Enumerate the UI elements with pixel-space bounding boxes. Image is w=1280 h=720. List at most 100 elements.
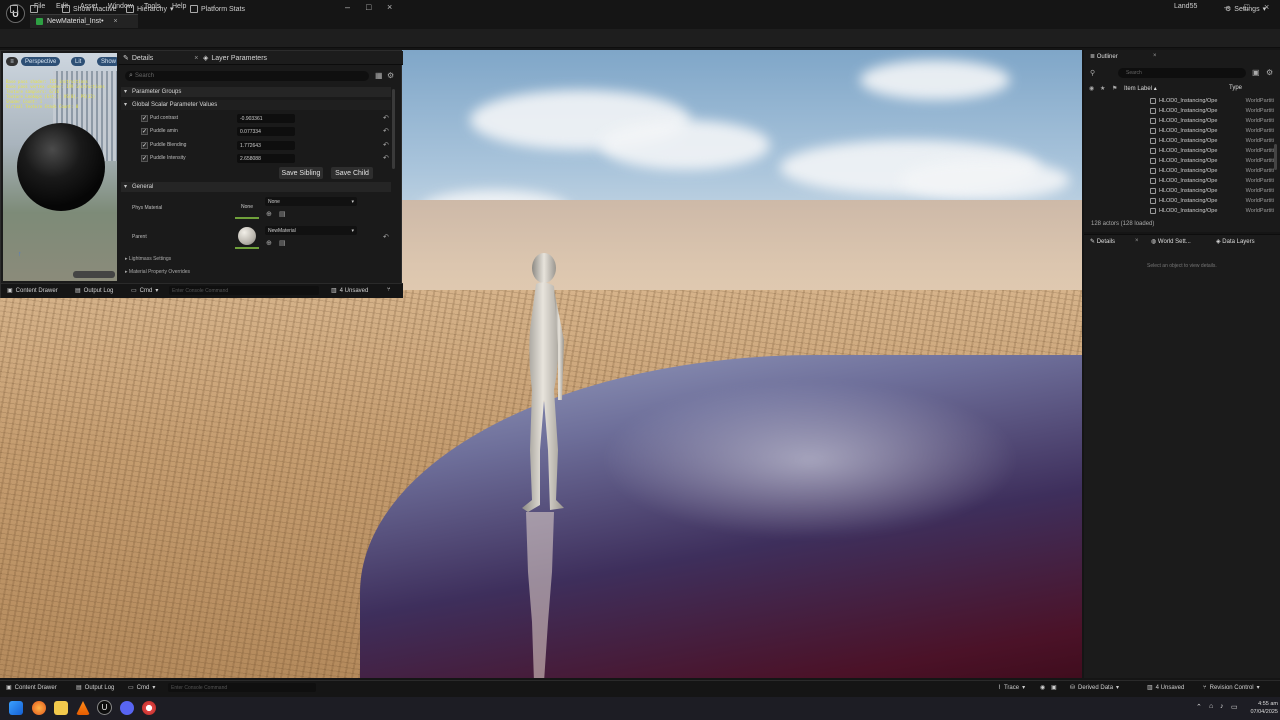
add-folder-icon[interactable]: ▣ [1252, 68, 1260, 77]
outliner-row[interactable]: HLOD0_Instancing/Ope WorldPartiti [1150, 196, 1278, 206]
snapshot-icon[interactable]: ▣ [1051, 684, 1057, 691]
outliner-close-icon[interactable]: × [1153, 53, 1157, 59]
tab-world-settings[interactable]: ◍ World Sett... [1151, 238, 1191, 245]
obs-icon[interactable] [142, 701, 156, 715]
derived-data-button[interactable]: ⛁ Derived Data ▾ [1070, 684, 1119, 692]
viewport-menu-icon[interactable]: ≡ [6, 57, 18, 66]
asset-tab[interactable]: NewMaterial_Inst• × [30, 14, 138, 28]
record-icon[interactable]: ◉ [1040, 684, 1045, 691]
tab-layer-parameters[interactable]: ◈ Layer Parameters [203, 54, 267, 63]
settings-button[interactable]: ⚙ Settings ▾ [1225, 5, 1266, 14]
details-tab-close-icon[interactable]: × [194, 55, 198, 62]
content-drawer-button[interactable]: ▣ Content Drawer [7, 287, 58, 295]
use-selected-icon[interactable]: ⊕ [266, 210, 272, 218]
details-search-input[interactable]: Search [125, 71, 369, 81]
unsaved-button[interactable]: ▥ 4 Unsaved [331, 287, 368, 295]
outliner-row[interactable]: HLOD0_Instancing/Ope WorldPartiti [1150, 116, 1278, 126]
visibility-icon[interactable]: ◉ [1089, 85, 1094, 92]
section-general[interactable]: General [121, 182, 391, 192]
param-enable-checkbox[interactable]: ✓ [141, 155, 148, 162]
phys-material-thumbnail[interactable]: None [235, 197, 259, 219]
show-inactive-button[interactable]: Show Inactive [62, 5, 117, 13]
browse-asset-icon[interactable]: ▤ [279, 239, 286, 247]
save-child-button[interactable]: Save Child [331, 167, 373, 179]
outliner-row[interactable]: HLOD0_Instancing/Ope WorldPartiti [1150, 186, 1278, 196]
outliner-row[interactable]: HLOD0_Instancing/Ope WorldPartiti [1150, 136, 1278, 146]
asset-tab-close-icon[interactable]: × [114, 18, 118, 25]
outliner-row[interactable]: HLOD0_Instancing/Ope WorldPartiti [1150, 206, 1278, 216]
console-input[interactable]: Enter Console Command [169, 286, 319, 295]
discord-icon[interactable] [120, 701, 134, 715]
outliner-settings-icon[interactable]: ⚙ [1266, 68, 1273, 77]
tab-data-layers[interactable]: ◈ Data Layers [1216, 238, 1255, 245]
start-icon[interactable] [9, 701, 23, 715]
save-sibling-button[interactable]: Save Sibling [279, 167, 323, 179]
param-value-input[interactable]: 1.772643 [237, 141, 295, 150]
volume-icon[interactable]: ♪ [1220, 703, 1224, 710]
file-explorer-icon[interactable] [54, 701, 68, 715]
browse-asset-icon[interactable]: ▤ [279, 210, 286, 218]
output-log-button[interactable]: ▤ Output Log [76, 684, 114, 692]
tab-details[interactable]: ✎ Details × [123, 54, 198, 63]
pin-icon[interactable]: ⚑ [1112, 85, 1117, 92]
unreal-taskbar-icon[interactable]: U [97, 700, 112, 715]
use-selected-icon[interactable]: ⊕ [266, 239, 272, 247]
platform-stats-button[interactable]: Platform Stats [190, 5, 245, 13]
reset-icon[interactable]: ↶ [383, 233, 389, 241]
menu-help[interactable]: Help [172, 3, 186, 10]
console-input[interactable]: Enter Console Command [168, 683, 316, 692]
param-value-input[interactable]: 0.077334 [237, 127, 295, 136]
reset-icon[interactable]: ↶ [383, 141, 389, 149]
outliner-row[interactable]: HLOD0_Instancing/Ope WorldPartiti [1150, 146, 1278, 156]
details-close-icon[interactable]: × [1135, 238, 1139, 244]
material-preview[interactable]: Base pass shader: 153 instructions Base … [3, 53, 117, 281]
param-enable-checkbox[interactable]: ✓ [141, 142, 148, 149]
details-scrollbar[interactable] [392, 89, 395, 169]
param-value-input[interactable]: 2.658088 [237, 154, 295, 163]
parent-dropdown[interactable]: NewMaterial ▾ [265, 226, 357, 235]
param-enable-checkbox[interactable]: ✓ [141, 115, 148, 122]
outliner-row[interactable]: HLOD0_Instancing/Ope WorldPartiti [1150, 96, 1278, 106]
section-parameter-groups[interactable]: Parameter Groups [121, 87, 391, 97]
battery-icon[interactable]: ▭ [1231, 703, 1238, 711]
column-item-label[interactable]: Item Label ▴ [1124, 85, 1157, 92]
outliner-tab[interactable]: ≣ Outliner [1090, 53, 1118, 60]
tray-chevron-icon[interactable]: ⌃ [1196, 703, 1202, 711]
clock[interactable]: 4:55 am 07/04/2025 [1242, 700, 1278, 716]
unsaved-button[interactable]: ▥ 4 Unsaved [1147, 684, 1184, 692]
hierarchy-button[interactable]: Hierarchy ▾ [126, 5, 173, 13]
browse-icon[interactable] [30, 5, 38, 13]
outliner-row[interactable]: HLOD0_Instancing/Ope WorldPartiti [1150, 126, 1278, 136]
cmd-dropdown[interactable]: ▭ Cmd ▾ [131, 287, 158, 295]
section-global-scalar[interactable]: Global Scalar Parameter Values [121, 100, 391, 110]
details-settings-icon[interactable]: ⚙ [387, 71, 394, 80]
outliner-row[interactable]: HLOD0_Instancing/Ope WorldPartiti [1150, 106, 1278, 116]
reset-icon[interactable]: ↶ [383, 127, 389, 135]
firefox-icon[interactable] [32, 701, 46, 715]
cmd-dropdown[interactable]: ▭ Cmd ▾ [128, 684, 155, 692]
perspective-button[interactable]: Perspective [21, 57, 61, 66]
float-close-button[interactable]: × [387, 2, 392, 12]
trace-dropdown[interactable]: ⌇ Trace ▾ [998, 684, 1025, 692]
filter-icon[interactable]: ⚲ [1090, 69, 1095, 77]
content-drawer-button[interactable]: ▣ Content Drawer [6, 684, 57, 692]
reset-icon[interactable]: ↶ [383, 114, 389, 122]
section-lightmass[interactable]: ▸ Lightmass Settings [125, 256, 171, 262]
phys-material-dropdown[interactable]: None ▾ [265, 197, 357, 206]
save-icon[interactable] [10, 5, 18, 13]
revision-control-button[interactable]: ⑂ Revision Control ▾ [1203, 684, 1260, 692]
preview-shape-buttons[interactable] [73, 271, 115, 278]
lit-button[interactable]: Lit [71, 57, 86, 66]
section-overrides[interactable]: ▸ Material Property Overrides [125, 269, 190, 275]
outliner-row[interactable]: HLOD0_Instancing/Ope WorldPartiti [1150, 156, 1278, 166]
revision-control-icon[interactable]: ⑂ [387, 287, 391, 293]
tab-details-right[interactable]: ✎ Details [1090, 238, 1115, 245]
outliner-scrollbar[interactable] [1274, 144, 1277, 170]
param-value-input[interactable]: -0.903361 [237, 114, 295, 123]
outliner-search-input[interactable]: Search [1118, 68, 1246, 78]
float-maximize-button[interactable]: □ [366, 2, 371, 12]
float-minimize-button[interactable]: – [345, 2, 350, 12]
show-button[interactable]: Show [97, 57, 117, 66]
outliner-row[interactable]: HLOD0_Instancing/Ope WorldPartiti [1150, 176, 1278, 186]
table-view-icon[interactable]: ▦ [375, 71, 383, 80]
